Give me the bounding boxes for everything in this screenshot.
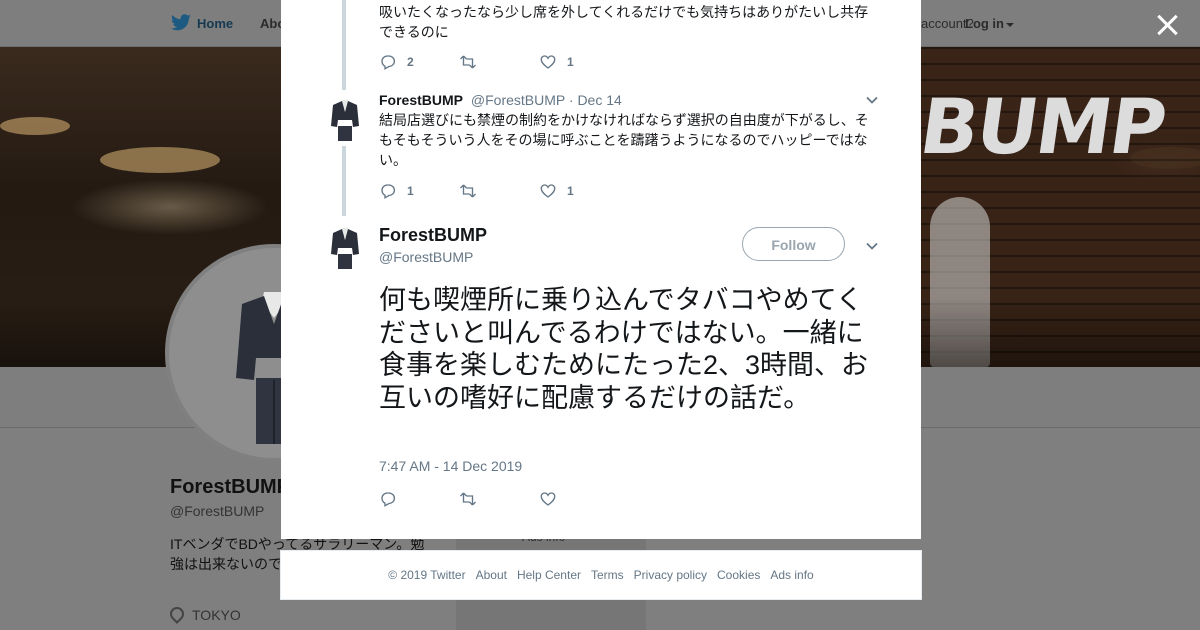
login-label: Log in — [965, 16, 1004, 31]
follow-button[interactable]: Follow — [742, 227, 845, 261]
location-pin-icon — [167, 604, 187, 624]
tweet-actions — [379, 489, 619, 509]
login-dropdown[interactable]: Log in — [965, 16, 1014, 31]
like-icon — [540, 492, 556, 506]
reply-header: ForestBUMP @ForestBUMP · Dec 14 — [379, 92, 622, 108]
reply-author-name[interactable]: ForestBUMP — [379, 92, 463, 108]
like-icon — [540, 55, 556, 69]
location-text: TOKYO — [192, 607, 241, 623]
modal-footer: © 2019 Twitter About Help Center Terms P… — [280, 550, 922, 600]
like-count: 1 — [567, 184, 574, 198]
footer-link-about[interactable]: About — [476, 568, 507, 582]
reply-date[interactable]: · Dec 14 — [569, 92, 622, 108]
reply-icon — [381, 55, 396, 70]
tweet-author-name[interactable]: ForestBUMP — [379, 225, 487, 246]
copyright-text: © 2019 Twitter — [388, 568, 466, 582]
footer-link-help-center[interactable]: Help Center — [517, 568, 581, 582]
footer-link-ads-info[interactable]: Ads info — [770, 568, 813, 582]
twitter-bird-icon[interactable] — [170, 14, 192, 32]
lamp-decoration — [0, 117, 70, 135]
reply-icon — [381, 492, 396, 507]
tweet-timestamp[interactable]: 7:47 AM - 14 Dec 2019 — [379, 458, 522, 474]
tweet-author-avatar[interactable] — [329, 226, 361, 270]
like-icon — [540, 184, 556, 198]
profile-location: TOKYO — [167, 604, 241, 624]
like-button[interactable] — [539, 490, 619, 508]
nav-home-link[interactable]: Home — [197, 16, 233, 31]
reply-author-handle[interactable]: @ForestBUMP — [471, 92, 565, 108]
reply-tweet-text: 吸いたくなったなら少し席を外してくれるだけでも気持ちはありがたいし共存できるのに — [379, 4, 869, 40]
thread-connector — [342, 146, 346, 216]
reply-actions: 1 1 — [379, 181, 619, 201]
chevron-down-icon[interactable] — [866, 94, 878, 106]
like-button[interactable]: 1 — [539, 53, 619, 71]
footer-link-cookies[interactable]: Cookies — [717, 568, 760, 582]
retweet-icon — [460, 492, 476, 506]
reply-tweet-text: 結局店選びにも禁煙の制約をかけなければならず選択の自由度が下がるし、そもそもそう… — [379, 112, 869, 168]
reply-author-avatar[interactable] — [329, 98, 361, 142]
nav-about-link[interactable]: About — [260, 16, 282, 31]
lamp-decoration — [100, 147, 220, 173]
caret-down-icon — [1006, 22, 1014, 27]
retweet-button[interactable] — [459, 53, 539, 71]
close-icon[interactable] — [1154, 12, 1180, 38]
retweet-icon — [460, 184, 476, 198]
profile-name: ForestBUMP — [170, 476, 291, 498]
thread-connector — [342, 0, 346, 90]
profile-handle: @ForestBUMP — [170, 503, 265, 519]
reply-actions: 2 1 — [379, 52, 619, 72]
reply-count: 2 — [407, 55, 414, 69]
reply-button[interactable] — [379, 490, 459, 508]
tweet-permalink-modal: 吸いたくなったなら少し席を外してくれるだけでも気持ちはありがたいし共存できるのに… — [281, 0, 921, 539]
retweet-button[interactable] — [459, 490, 539, 508]
chevron-down-icon[interactable] — [866, 240, 878, 252]
footer-link-terms[interactable]: Terms — [591, 568, 624, 582]
footer-link-privacy[interactable]: Privacy policy — [634, 568, 707, 582]
reply-button[interactable]: 1 — [379, 182, 459, 200]
like-button[interactable]: 1 — [539, 182, 619, 200]
tweet-text: 何も喫煙所に乗り込んでタバコやめてくださいと叫んでるわけではない。一緒に食事を楽… — [379, 285, 869, 413]
retweet-button[interactable] — [459, 182, 539, 200]
like-count: 1 — [567, 55, 574, 69]
retweet-icon — [460, 55, 476, 69]
reply-icon — [381, 184, 396, 199]
banner-brand-text: BUMP — [914, 82, 1171, 171]
reply-button[interactable]: 2 — [379, 53, 459, 71]
reply-count: 1 — [407, 184, 414, 198]
tweet-author-handle[interactable]: @ForestBUMP — [379, 249, 473, 265]
